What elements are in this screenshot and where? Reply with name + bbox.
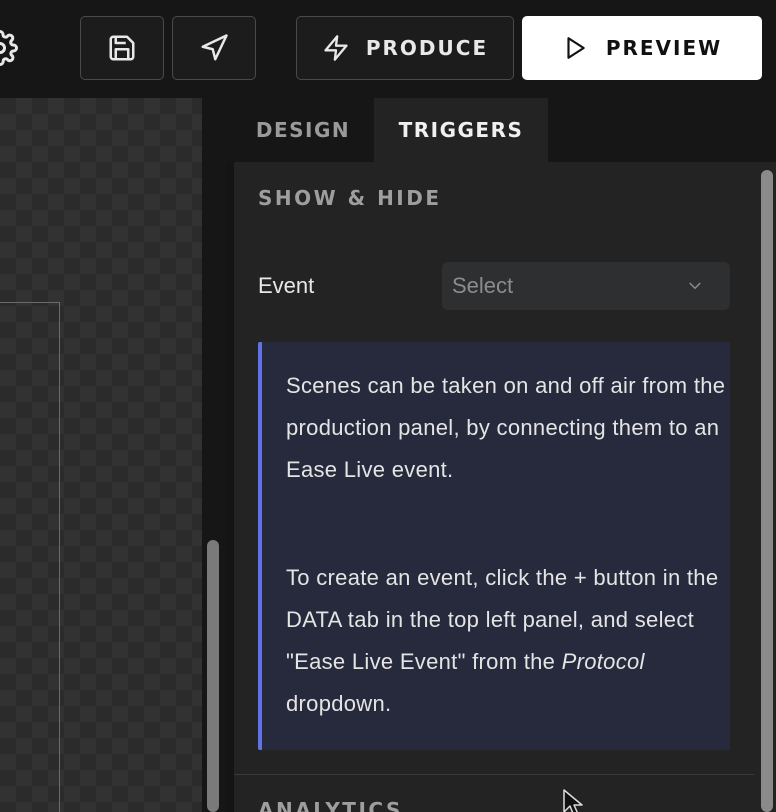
tab-triggers[interactable]: TRIGGERS [374, 98, 548, 162]
info-paragraph-1: Scenes can be taken on and off air from … [286, 373, 726, 482]
section-divider [234, 774, 754, 775]
top-toolbar: PRODUCE PREVIEW [0, 0, 776, 98]
analytics-section-title[interactable]: ANALYTICS [258, 798, 403, 812]
event-select[interactable]: Select [442, 262, 730, 310]
produce-button[interactable]: PRODUCE [296, 16, 514, 80]
paper-plane-icon [201, 34, 228, 61]
protocol-emphasis: Protocol [561, 649, 645, 674]
panel-scrollbar[interactable] [761, 170, 773, 812]
send-button[interactable] [172, 16, 256, 80]
produce-label: PRODUCE [365, 36, 489, 60]
info-paragraph-2-text: To create an event, click the + button i… [286, 565, 719, 674]
save-button[interactable] [80, 16, 164, 80]
info-callout: Scenes can be taken on and off air from … [258, 342, 730, 750]
lightning-icon [324, 35, 348, 61]
preview-label: PREVIEW [605, 36, 723, 60]
chevron-down-icon [689, 282, 701, 290]
gear-icon[interactable] [0, 30, 18, 66]
info-paragraph-2-end: dropdown. [286, 691, 392, 716]
event-label: Event [258, 273, 315, 298]
scene-frame-outline [0, 302, 60, 812]
mouse-cursor-icon [563, 789, 583, 812]
tab-design[interactable]: DESIGN [240, 98, 366, 162]
show-hide-title: SHOW & HIDE [258, 186, 442, 210]
canvas-scrollbar[interactable] [207, 540, 219, 812]
preview-button[interactable]: PREVIEW [522, 16, 762, 80]
info-paragraph-2: To create an event, click the + button i… [286, 557, 726, 725]
event-select-value: Select [452, 273, 514, 298]
play-icon [567, 37, 585, 59]
floppy-disk-icon [109, 35, 135, 61]
panel-tabs: DESIGN TRIGGERS [226, 98, 776, 162]
